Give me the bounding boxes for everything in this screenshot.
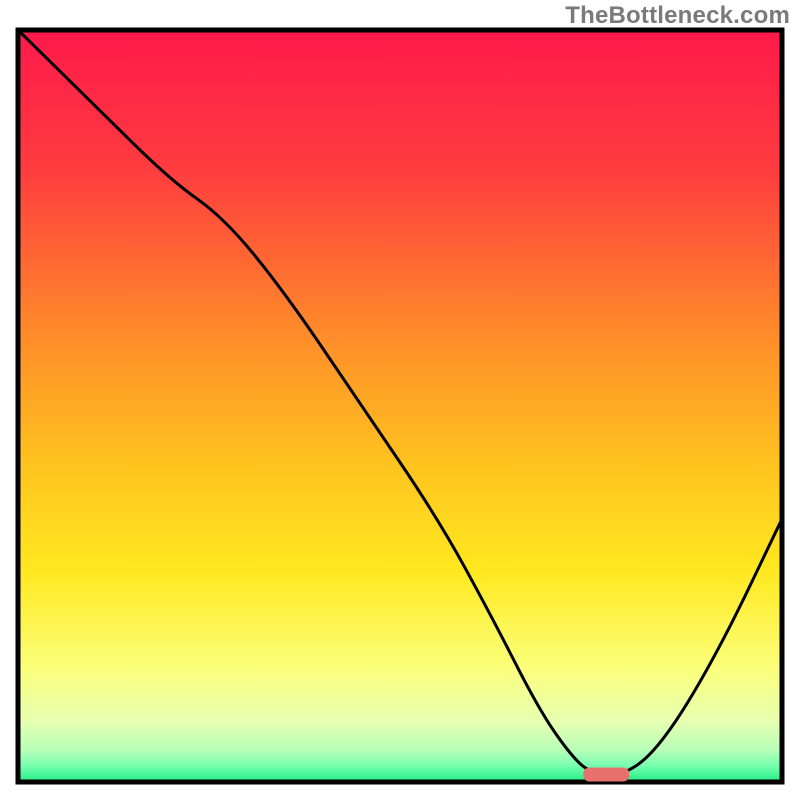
- chart-container: { "watermark": "TheBottleneck.com", "cha…: [0, 0, 800, 800]
- watermark-text: TheBottleneck.com: [565, 2, 790, 30]
- bottleneck-chart: [0, 0, 800, 800]
- highlight-marker: [583, 767, 629, 781]
